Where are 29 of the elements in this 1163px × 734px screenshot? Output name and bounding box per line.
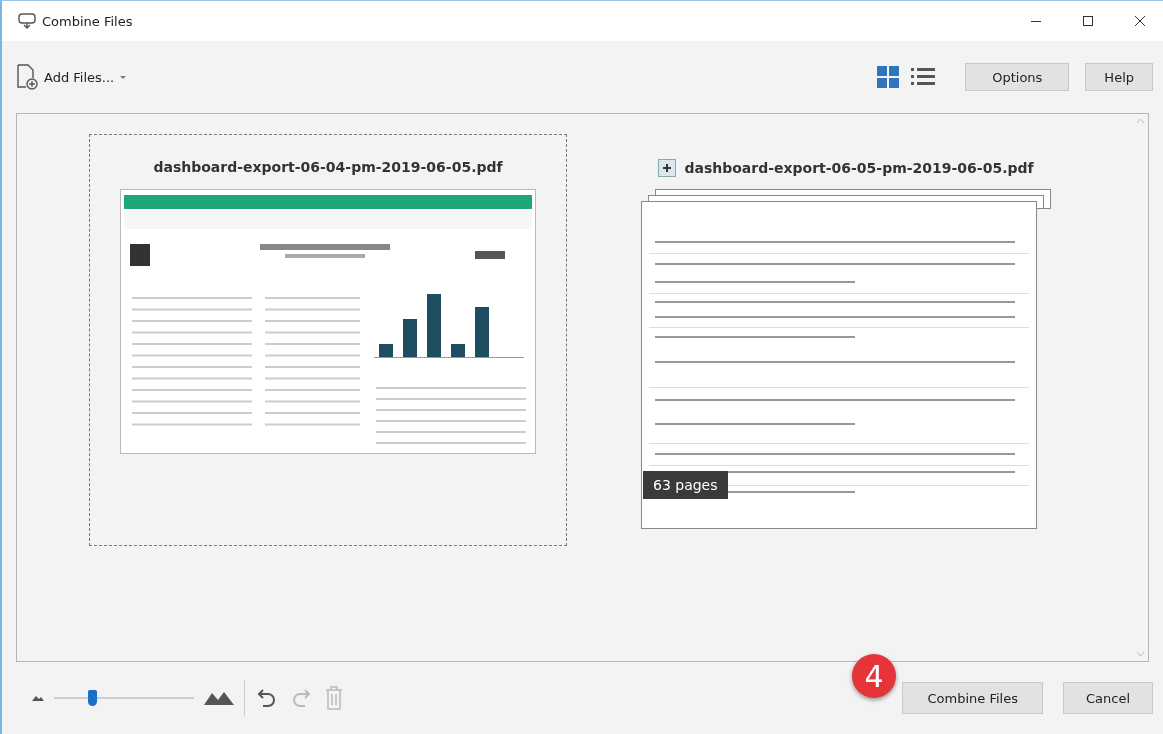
add-file-icon bbox=[16, 64, 40, 90]
file-card[interactable]: dashboard-export-06-04-pm-2019-06-05.pdf bbox=[89, 134, 567, 546]
slider-thumb[interactable] bbox=[87, 690, 97, 706]
step-badge: 4 bbox=[852, 654, 896, 698]
options-button[interactable]: Options bbox=[965, 63, 1070, 91]
file-name: dashboard-export-06-05-pm-2019-06-05.pdf bbox=[684, 160, 1034, 176]
list-view-icon bbox=[911, 66, 936, 88]
trash-icon bbox=[325, 686, 343, 710]
plus-icon bbox=[662, 163, 673, 173]
view-toggle[interactable] bbox=[875, 64, 902, 90]
file-name: dashboard-export-06-04-pm-2019-06-05.pdf bbox=[153, 159, 503, 175]
large-mountain-icon bbox=[204, 691, 234, 705]
undo-icon bbox=[257, 687, 277, 709]
app-icon bbox=[18, 13, 36, 29]
close-icon bbox=[1134, 15, 1146, 27]
scroll-down-icon[interactable] bbox=[1135, 651, 1145, 657]
combine-files-button[interactable]: Combine Files bbox=[902, 682, 1043, 714]
redo-icon bbox=[291, 687, 311, 709]
grid-view-icon bbox=[877, 66, 900, 88]
maximize-icon bbox=[1082, 15, 1094, 27]
small-mountain-icon bbox=[32, 695, 44, 701]
window-title: Combine Files bbox=[42, 13, 134, 29]
file-card[interactable]: dashboard-export-06-05-pm-2019-06-05.pdf 63 pages bbox=[607, 134, 1085, 546]
add-files-button[interactable]: Add Files... bbox=[16, 64, 129, 90]
cancel-button[interactable]: Cancel bbox=[1062, 682, 1153, 714]
page-count-badge: 63 pages bbox=[643, 471, 728, 499]
scroll-up-icon[interactable] bbox=[1135, 118, 1145, 124]
help-button[interactable]: Help bbox=[1085, 63, 1153, 91]
expand-button[interactable] bbox=[658, 159, 677, 177]
